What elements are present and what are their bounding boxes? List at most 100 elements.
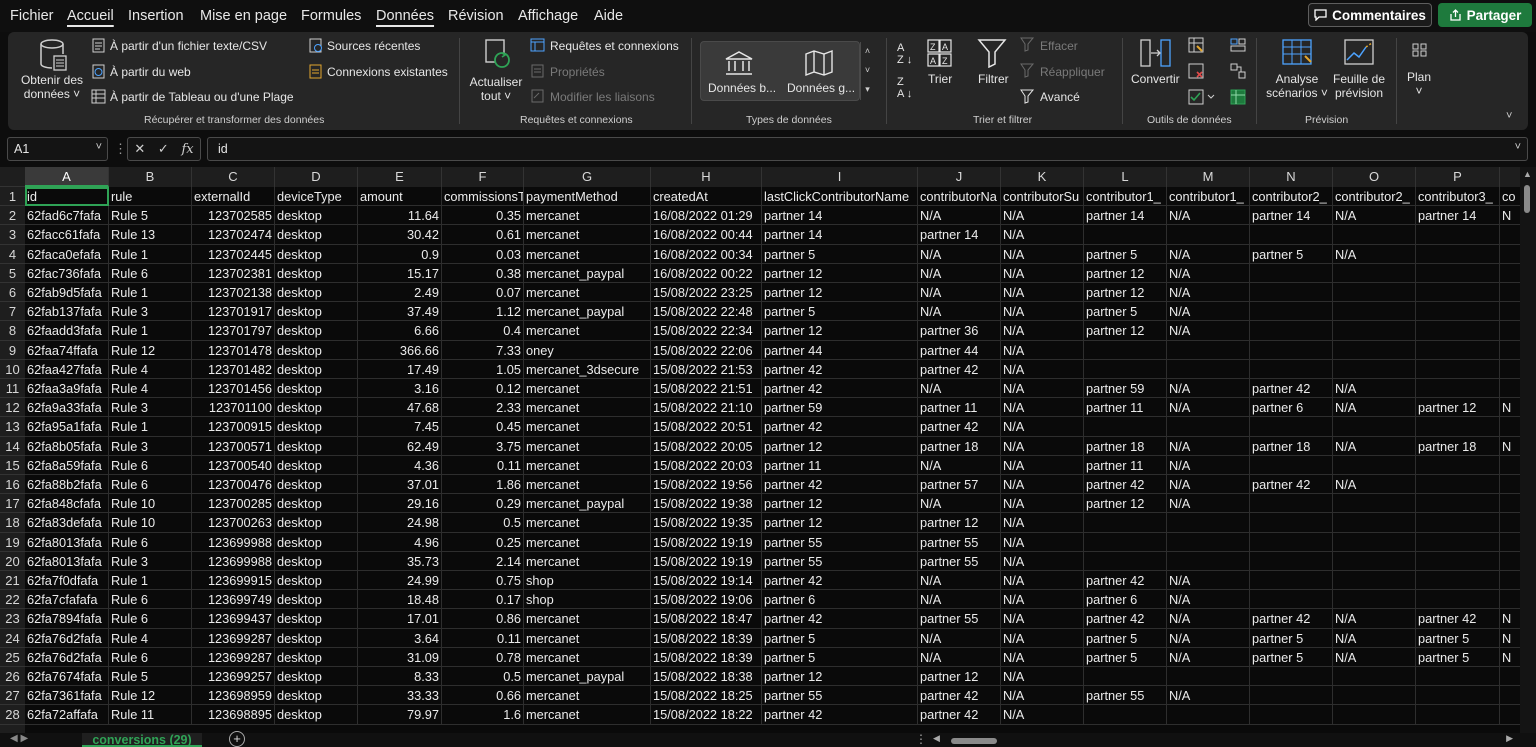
- table-cell[interactable]: [1416, 667, 1500, 687]
- table-cell[interactable]: Rule 6: [109, 475, 192, 495]
- table-cell[interactable]: 62fa72affafa: [25, 705, 109, 725]
- header-cell[interactable]: contributor2_: [1333, 187, 1416, 207]
- table-cell[interactable]: mercanet: [524, 321, 651, 341]
- table-cell[interactable]: [1333, 571, 1416, 591]
- table-cell[interactable]: N/A: [1001, 532, 1084, 552]
- table-cell[interactable]: [1250, 571, 1333, 591]
- header-cell[interactable]: commissionsT: [442, 187, 524, 207]
- table-cell[interactable]: desktop: [275, 705, 358, 725]
- table-cell[interactable]: N/A: [1001, 436, 1084, 456]
- table-cell[interactable]: partner 42: [918, 417, 1001, 437]
- table-cell[interactable]: N: [1500, 398, 1520, 418]
- table-cell[interactable]: [1333, 455, 1416, 475]
- header-cell[interactable]: createdAt: [651, 187, 762, 207]
- table-cell[interactable]: 47.68: [358, 398, 442, 418]
- table-cell[interactable]: Rule 6: [109, 263, 192, 283]
- column-header-g[interactable]: G: [524, 167, 651, 187]
- table-cell[interactable]: mercanet: [524, 225, 651, 245]
- table-cell[interactable]: mercanet_paypal: [524, 494, 651, 514]
- table-cell[interactable]: partner 55: [918, 609, 1001, 629]
- refresh-all-button[interactable]: Actualiser tout ˅: [466, 75, 526, 103]
- table-cell[interactable]: 16/08/2022 00:22: [651, 263, 762, 283]
- table-cell[interactable]: mercanet: [524, 417, 651, 437]
- table-cell[interactable]: N/A: [1001, 475, 1084, 495]
- table-cell[interactable]: N/A: [1167, 379, 1250, 399]
- table-cell[interactable]: N/A: [1167, 302, 1250, 322]
- table-cell[interactable]: N/A: [1001, 513, 1084, 533]
- table-cell[interactable]: [1416, 359, 1500, 379]
- table-cell[interactable]: 0.38: [442, 263, 524, 283]
- table-cell[interactable]: 123700263: [192, 513, 275, 533]
- table-cell[interactable]: [1333, 302, 1416, 322]
- table-cell[interactable]: N/A: [918, 206, 1001, 226]
- table-cell[interactable]: 62faca0efafa: [25, 244, 109, 264]
- table-cell[interactable]: shop: [524, 590, 651, 610]
- table-cell[interactable]: partner 11: [762, 455, 918, 475]
- table-cell[interactable]: partner 5: [1416, 647, 1500, 667]
- comments-button[interactable]: Commentaires: [1308, 3, 1432, 27]
- table-cell[interactable]: N/A: [1001, 206, 1084, 226]
- table-cell[interactable]: partner 14: [762, 225, 918, 245]
- column-header-e[interactable]: E: [358, 167, 442, 187]
- table-cell[interactable]: 30.42: [358, 225, 442, 245]
- table-cell[interactable]: [1333, 283, 1416, 303]
- menu-fichier[interactable]: Fichier: [10, 8, 54, 24]
- table-cell[interactable]: partner 12: [762, 667, 918, 687]
- table-cell[interactable]: 62fa8b05fafa: [25, 436, 109, 456]
- table-cell[interactable]: mercanet: [524, 283, 651, 303]
- table-cell[interactable]: [1084, 359, 1167, 379]
- table-cell[interactable]: [1333, 532, 1416, 552]
- table-cell[interactable]: partner 55: [762, 686, 918, 706]
- table-cell[interactable]: Rule 4: [109, 359, 192, 379]
- table-cell[interactable]: N/A: [1001, 455, 1084, 475]
- table-cell[interactable]: N/A: [1167, 263, 1250, 283]
- table-cell[interactable]: 123699988: [192, 532, 275, 552]
- table-cell[interactable]: N/A: [1001, 398, 1084, 418]
- table-cell[interactable]: Rule 1: [109, 244, 192, 264]
- table-cell[interactable]: mercanet: [524, 244, 651, 264]
- table-cell[interactable]: Rule 11: [109, 705, 192, 725]
- table-cell[interactable]: 62fa8013fafa: [25, 551, 109, 571]
- table-cell[interactable]: 0.35: [442, 206, 524, 226]
- data-type-stocks[interactable]: Données b...: [708, 81, 776, 95]
- table-cell[interactable]: N/A: [1001, 628, 1084, 648]
- table-cell[interactable]: desktop: [275, 340, 358, 360]
- table-cell[interactable]: Rule 6: [109, 647, 192, 667]
- table-cell[interactable]: partner 18: [1416, 436, 1500, 456]
- table-cell[interactable]: 123700571: [192, 436, 275, 456]
- table-cell[interactable]: 0.86: [442, 609, 524, 629]
- table-cell[interactable]: partner 12: [1084, 283, 1167, 303]
- table-cell[interactable]: [1416, 551, 1500, 571]
- table-cell[interactable]: 123700476: [192, 475, 275, 495]
- table-cell[interactable]: partner 5: [1250, 647, 1333, 667]
- table-cell[interactable]: 15/08/2022 19:56: [651, 475, 762, 495]
- column-header-h[interactable]: H: [651, 167, 762, 187]
- table-cell[interactable]: [1333, 551, 1416, 571]
- table-cell[interactable]: Rule 12: [109, 686, 192, 706]
- table-cell[interactable]: 0.12: [442, 379, 524, 399]
- table-cell[interactable]: mercanet: [524, 647, 651, 667]
- table-cell[interactable]: 62fa76d2fafa: [25, 628, 109, 648]
- table-cell[interactable]: partner 5: [1250, 244, 1333, 264]
- table-cell[interactable]: [1416, 455, 1500, 475]
- table-cell[interactable]: desktop: [275, 513, 358, 533]
- column-header-a[interactable]: A: [25, 167, 109, 187]
- table-cell[interactable]: 123700285: [192, 494, 275, 514]
- table-cell[interactable]: Rule 3: [109, 551, 192, 571]
- table-cell[interactable]: mercanet: [524, 628, 651, 648]
- column-header-o[interactable]: O: [1333, 167, 1416, 187]
- table-cell[interactable]: 62faa427fafa: [25, 359, 109, 379]
- table-cell[interactable]: partner 42: [762, 475, 918, 495]
- table-cell[interactable]: 62fa88b2fafa: [25, 475, 109, 495]
- row-header[interactable]: 6: [0, 283, 25, 303]
- table-cell[interactable]: 0.66: [442, 686, 524, 706]
- table-cell[interactable]: N/A: [1001, 379, 1084, 399]
- table-cell[interactable]: 1.6: [442, 705, 524, 725]
- table-cell[interactable]: 0.07: [442, 283, 524, 303]
- row-header[interactable]: 14: [0, 436, 25, 456]
- table-cell[interactable]: [1416, 225, 1500, 245]
- table-cell[interactable]: oney: [524, 340, 651, 360]
- table-cell[interactable]: [1500, 513, 1520, 533]
- table-cell[interactable]: 4.96: [358, 532, 442, 552]
- table-cell[interactable]: partner 5: [1084, 244, 1167, 264]
